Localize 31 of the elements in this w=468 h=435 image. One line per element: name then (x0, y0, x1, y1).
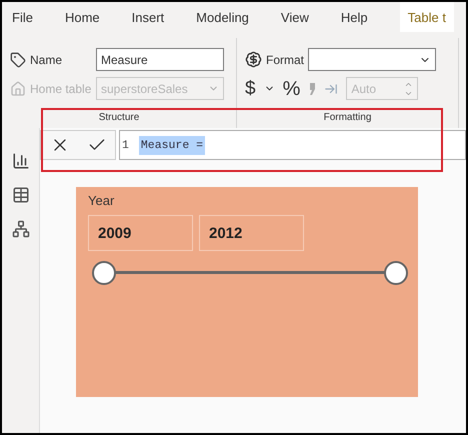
field-label: Name (30, 52, 64, 66)
menu-tab[interactable]: Insert (132, 2, 164, 32)
format-dropdown[interactable] (308, 48, 436, 71)
menu-tab[interactable]: Home (64, 2, 100, 32)
end-year-field[interactable]: 2012 (199, 215, 304, 251)
field-label: Home table (30, 82, 92, 96)
home-icon (10, 80, 26, 96)
menu-tab[interactable]: Modeling (196, 2, 249, 32)
report-view-icon[interactable] (12, 152, 30, 170)
table-view-icon[interactable] (12, 186, 30, 204)
group-label: Structure (98, 111, 140, 125)
start-year-field[interactable]: 2009 (88, 215, 193, 251)
menu-tab[interactable]: Table t (400, 2, 454, 32)
field-label: Format (266, 52, 304, 66)
line-number: 1 (122, 138, 129, 152)
tag-icon (10, 52, 26, 68)
currency-button[interactable]: $ (245, 79, 256, 98)
percent-button[interactable]: % (282, 78, 300, 98)
model-view-icon[interactable] (12, 220, 30, 238)
slicer-title: Year (88, 193, 116, 208)
group-label: Formatting (322, 111, 372, 125)
menu-tab[interactable]: Help (340, 2, 368, 32)
menu-tab[interactable]: View (280, 2, 309, 32)
slider-handle[interactable] (92, 261, 116, 285)
formula-editor[interactable]: 1 Measure = (119, 130, 466, 160)
menu-tab[interactable]: File (12, 2, 33, 32)
name-field[interactable]: Measure (96, 48, 224, 71)
currency-format-icon (245, 51, 262, 68)
formula-text: Measure = (138, 136, 206, 154)
slider-handle[interactable] (384, 261, 408, 285)
range-slider[interactable] (92, 261, 408, 285)
